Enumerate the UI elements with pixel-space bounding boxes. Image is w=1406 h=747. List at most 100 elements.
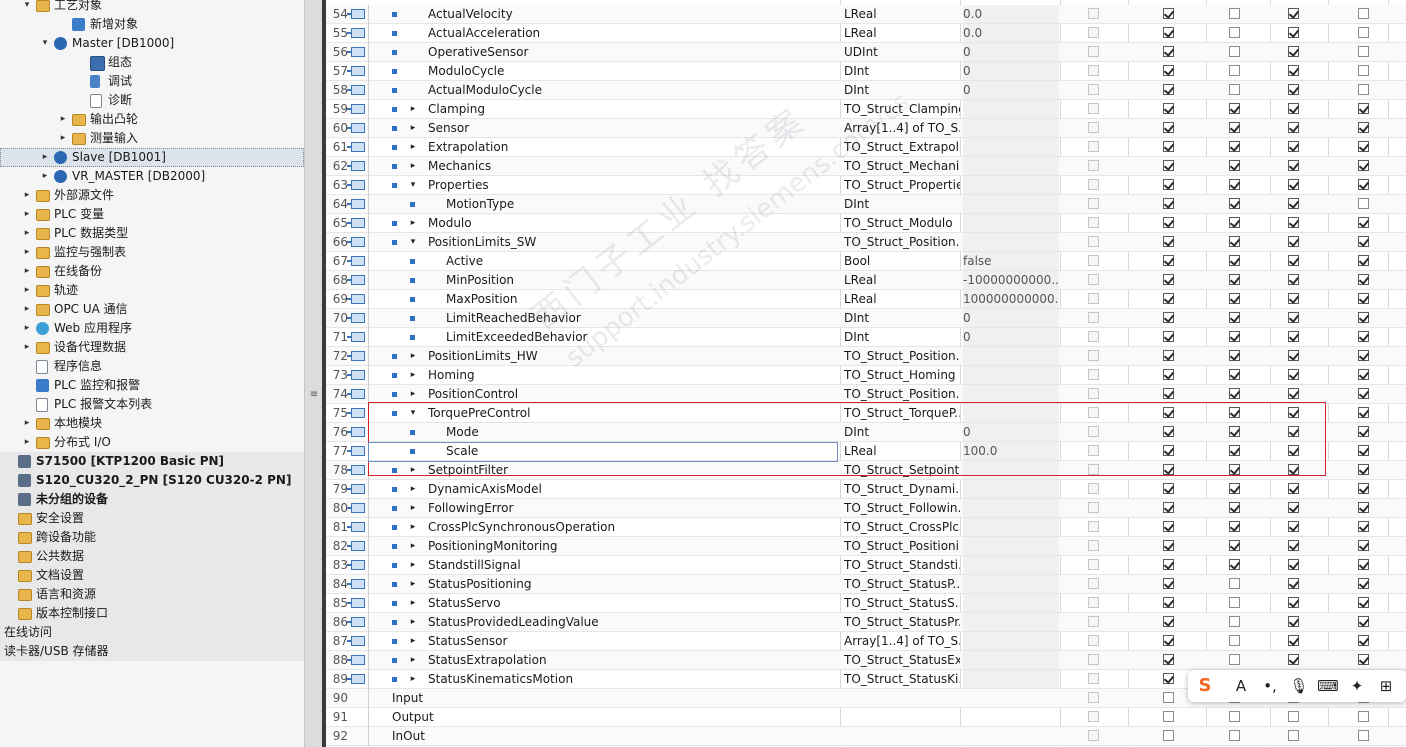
data-type[interactable]: TO_Struct_Clamping (844, 100, 960, 119)
checkbox[interactable] (1229, 369, 1240, 380)
variable-name[interactable]: ActualVelocity (428, 5, 513, 24)
checkbox[interactable] (1288, 730, 1299, 741)
table-row[interactable]: 55 ActualAcceleration LReal 0.0 (326, 24, 1406, 43)
chevron-right-icon[interactable]: ▸ (22, 414, 32, 433)
checkbox[interactable] (1288, 160, 1299, 171)
checkbox[interactable] (1288, 46, 1299, 57)
tree-item[interactable]: ▸ 本地模块 (0, 414, 304, 433)
data-type[interactable]: Array[1..4] of TO_S... (844, 119, 960, 138)
variable-name[interactable]: LimitExceededBehavior (446, 328, 588, 347)
checkbox[interactable] (1088, 711, 1099, 722)
variable-name[interactable]: PositionLimits_SW (428, 233, 536, 252)
ime-logo-icon[interactable]: S (1194, 674, 1216, 698)
checkbox[interactable] (1358, 388, 1369, 399)
tree-item[interactable]: 新增对象 (0, 15, 304, 34)
chevron-right-icon[interactable]: ▸ (22, 224, 32, 243)
start-value[interactable] (963, 594, 1059, 612)
checkbox[interactable] (1358, 654, 1369, 665)
variable-name[interactable]: Output (392, 708, 434, 727)
expand-icon[interactable]: ▸ (408, 651, 418, 670)
tree-item[interactable]: 公共数据 (0, 547, 304, 566)
checkbox[interactable] (1288, 654, 1299, 665)
variable-name[interactable]: Active (446, 252, 483, 271)
start-value[interactable] (963, 195, 1059, 213)
data-type[interactable]: DInt (844, 309, 960, 328)
checkbox[interactable] (1088, 179, 1099, 190)
tree-item[interactable]: ▸ 在线备份 (0, 262, 304, 281)
checkbox[interactable] (1288, 616, 1299, 627)
variable-name[interactable]: ActualModuloCycle (428, 81, 542, 100)
variable-name[interactable]: Scale (446, 442, 478, 461)
table-row[interactable]: 75 ▾ TorquePreControl TO_Struct_TorqueP... (326, 404, 1406, 423)
data-type[interactable]: TO_Struct_Homing (844, 366, 960, 385)
data-type[interactable]: LReal (844, 442, 960, 461)
variable-name[interactable]: MotionType (446, 195, 514, 214)
table-row[interactable]: 73 ▸ Homing TO_Struct_Homing (326, 366, 1406, 385)
tree-item[interactable]: 组态 (0, 53, 304, 72)
checkbox[interactable] (1088, 198, 1099, 209)
expand-icon[interactable]: ▸ (408, 499, 418, 518)
checkbox[interactable] (1288, 540, 1299, 551)
checkbox[interactable] (1163, 312, 1174, 323)
tree-item[interactable]: 程序信息 (0, 357, 304, 376)
chevron-right-icon[interactable]: ▸ (22, 281, 32, 300)
start-value[interactable]: 0 (963, 81, 1059, 99)
start-value[interactable]: 0.0 (963, 5, 1059, 23)
checkbox[interactable] (1229, 217, 1240, 228)
checkbox[interactable] (1229, 464, 1240, 475)
checkbox[interactable] (1358, 179, 1369, 190)
checkbox[interactable] (1163, 635, 1174, 646)
variable-name[interactable]: PositioningMonitoring (428, 537, 557, 556)
checkbox[interactable] (1229, 635, 1240, 646)
ime-punctuation-icon[interactable]: •, (1259, 674, 1281, 698)
checkbox[interactable] (1358, 521, 1369, 532)
checkbox[interactable] (1358, 464, 1369, 475)
checkbox[interactable] (1229, 407, 1240, 418)
tree-item[interactable]: ▸ 分布式 I/O (0, 433, 304, 452)
start-value[interactable] (963, 233, 1059, 251)
variable-name[interactable]: StatusServo (428, 594, 501, 613)
start-value[interactable]: 0 (963, 328, 1059, 346)
checkbox[interactable] (1358, 236, 1369, 247)
checkbox[interactable] (1088, 84, 1099, 95)
checkbox[interactable] (1163, 179, 1174, 190)
checkbox[interactable] (1358, 578, 1369, 589)
checkbox[interactable] (1088, 521, 1099, 532)
checkbox[interactable] (1288, 350, 1299, 361)
data-type[interactable]: TO_Struct_StatusKi... (844, 670, 960, 689)
variable-name[interactable]: SetpointFilter (428, 461, 508, 480)
checkbox[interactable] (1358, 559, 1369, 570)
checkbox[interactable] (1163, 65, 1174, 76)
checkbox[interactable] (1163, 464, 1174, 475)
tree-item[interactable]: ▸ 测量输入 (0, 129, 304, 148)
checkbox[interactable] (1229, 122, 1240, 133)
checkbox[interactable] (1229, 141, 1240, 152)
tree-item[interactable]: ▸ 输出凸轮 (0, 110, 304, 129)
checkbox[interactable] (1229, 274, 1240, 285)
checkbox[interactable] (1229, 198, 1240, 209)
checkbox[interactable] (1163, 293, 1174, 304)
start-value[interactable] (963, 708, 1059, 726)
checkbox[interactable] (1358, 122, 1369, 133)
checkbox[interactable] (1088, 8, 1099, 19)
table-row[interactable]: 65 ▸ Modulo TO_Struct_Modulo (326, 214, 1406, 233)
data-type[interactable]: UDInt (844, 43, 960, 62)
start-value[interactable] (963, 366, 1059, 384)
checkbox[interactable] (1229, 654, 1240, 665)
table-row[interactable]: 66 ▾ PositionLimits_SW TO_Struct_Position..… (326, 233, 1406, 252)
tree-item[interactable]: ▸ PLC 变量 (0, 205, 304, 224)
checkbox[interactable] (1288, 464, 1299, 475)
start-value[interactable] (963, 575, 1059, 593)
data-type[interactable]: TO_Struct_Modulo (844, 214, 960, 233)
start-value[interactable] (963, 214, 1059, 232)
checkbox[interactable] (1358, 407, 1369, 418)
expand-icon[interactable]: ▸ (408, 518, 418, 537)
variable-name[interactable]: OperativeSensor (428, 43, 528, 62)
checkbox[interactable] (1229, 483, 1240, 494)
data-type[interactable]: LReal (844, 271, 960, 290)
table-row[interactable]: 82 ▸ PositioningMonitoring TO_Struct_Positi… (326, 537, 1406, 556)
table-row[interactable]: 70 LimitReachedBehavior DInt 0 (326, 309, 1406, 328)
data-type[interactable]: TO_Struct_Followin... (844, 499, 960, 518)
tree-item[interactable]: 读卡器/USB 存储器 (0, 642, 304, 661)
tree-item[interactable]: 语言和资源 (0, 585, 304, 604)
